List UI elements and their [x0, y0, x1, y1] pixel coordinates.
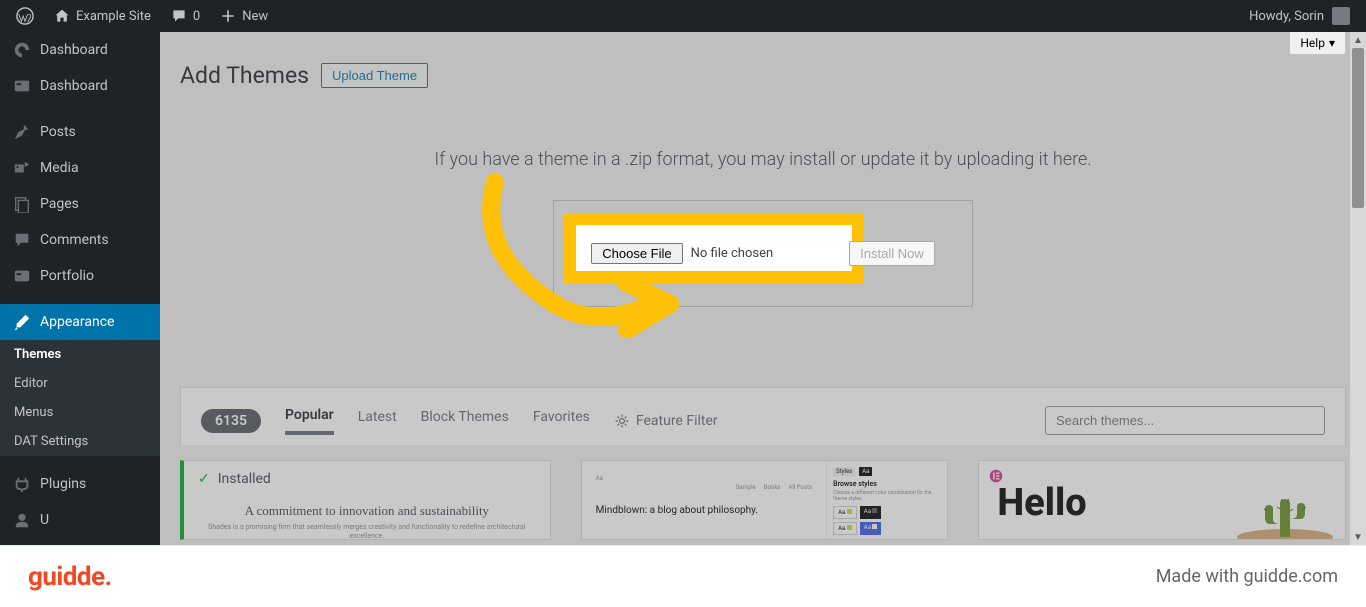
- tab-favorites[interactable]: Favorites: [533, 409, 590, 433]
- tab-block-themes[interactable]: Block Themes: [421, 409, 509, 433]
- upload-description: If you have a theme in a .zip format, yo…: [180, 149, 1346, 170]
- sidebar-label: Pages: [40, 196, 79, 212]
- help-tab[interactable]: Help ▾: [1289, 32, 1346, 55]
- sidebar-item-dashboard[interactable]: Dashboard: [0, 32, 160, 68]
- toolbar-right: Howdy, Sorin: [1249, 7, 1358, 25]
- theme-preview-title: A commitment to innovation and sustainab…: [190, 503, 544, 519]
- installed-banner: ✓ Installed: [184, 461, 550, 497]
- theme-filter-bar: 6135 Popular Latest Block Themes Favorit…: [180, 387, 1346, 445]
- browse-sub: Choose a different color combination for…: [833, 490, 941, 502]
- tab-latest[interactable]: Latest: [358, 409, 397, 433]
- appearance-submenu: Themes Editor Menus DAT Settings: [0, 340, 160, 456]
- admin-toolbar: Example Site 0 New Howdy, Sorin: [0, 0, 1366, 32]
- wp-logo[interactable]: [8, 0, 42, 32]
- page-header: Add Themes Upload Theme: [180, 62, 1346, 89]
- home-icon: [54, 8, 70, 24]
- admin-sidebar: Dashboard Dashboard Posts Media Pages Co…: [0, 32, 160, 607]
- browse-label: Browse styles: [833, 480, 941, 488]
- brush-icon: [12, 312, 32, 332]
- new-label: New: [242, 9, 268, 24]
- nav-item: All Posts: [788, 484, 812, 491]
- scroll-down-icon[interactable]: ▼: [1350, 529, 1366, 545]
- nav-item: Sample: [736, 484, 756, 491]
- howdy-text[interactable]: Howdy, Sorin: [1249, 9, 1324, 24]
- submenu-editor[interactable]: Editor: [0, 369, 160, 398]
- page-icon: [12, 194, 32, 214]
- sidebar-item-comments[interactable]: Comments: [0, 222, 160, 258]
- chevron-down-icon: ▾: [1329, 36, 1335, 50]
- gauge-icon: [12, 40, 32, 60]
- theme-preview-sub: Shades is a promising firm that seamless…: [190, 523, 544, 540]
- choose-file-button[interactable]: Choose File: [591, 243, 682, 264]
- nav-item: Books: [764, 484, 781, 491]
- feature-filter-label: Feature Filter: [636, 413, 718, 429]
- submenu-themes[interactable]: Themes: [0, 340, 160, 369]
- upload-box: Choose File No file chosen Install Now: [553, 200, 973, 307]
- comments-icon: [12, 230, 32, 250]
- sidebar-item-portfolio[interactable]: Portfolio: [0, 258, 160, 294]
- sidebar-label: Portfolio: [40, 268, 94, 284]
- file-input-row: Choose File No file chosen Install Now: [591, 241, 935, 266]
- sidebar-label: Comments: [40, 232, 109, 248]
- comment-icon: [171, 8, 187, 24]
- scroll-up-icon[interactable]: ▲: [1350, 32, 1366, 48]
- sidebar-label: Posts: [40, 124, 76, 140]
- sidebar-item-users[interactable]: U: [0, 502, 160, 538]
- theme-card[interactable]: Aa Sample Books All Posts Mindblown: a b…: [581, 460, 949, 540]
- wordpress-icon: [16, 7, 34, 25]
- theme-preview-text: Mindblown: a blog about philosophy.: [596, 505, 812, 516]
- submenu-dat[interactable]: DAT Settings: [0, 427, 160, 456]
- user-icon: [12, 510, 32, 530]
- guidde-credit: Made with guidde.com: [1156, 566, 1338, 587]
- submenu-menus[interactable]: Menus: [0, 398, 160, 427]
- upload-theme-button[interactable]: Upload Theme: [321, 63, 428, 88]
- check-icon: ✓: [198, 471, 210, 487]
- sidebar-item-dashboard2[interactable]: Dashboard: [0, 68, 160, 104]
- theme-card[interactable]: Hello: [978, 460, 1346, 540]
- theme-card[interactable]: ✓ Installed A commitment to innovation a…: [180, 460, 551, 540]
- new-link[interactable]: New: [212, 0, 276, 32]
- tab-popular[interactable]: Popular: [285, 407, 334, 435]
- help-label: Help: [1300, 36, 1325, 50]
- sidebar-item-plugins[interactable]: Plugins: [0, 466, 160, 502]
- site-name: Example Site: [76, 9, 151, 24]
- sidebar-label: Dashboard: [40, 42, 108, 58]
- pin-icon: [12, 122, 32, 142]
- file-status: No file chosen: [691, 246, 774, 261]
- theme-count: 6135: [201, 409, 261, 433]
- sidebar-item-appearance[interactable]: Appearance: [0, 304, 160, 340]
- guidde-logo: guidde.: [28, 562, 112, 592]
- sidebar-item-pages[interactable]: Pages: [0, 186, 160, 222]
- sidebar-label: U: [40, 512, 49, 528]
- installed-text: Installed: [218, 471, 271, 487]
- gear-icon: [614, 413, 630, 429]
- sidebar-label: Plugins: [40, 476, 86, 492]
- comments-count: 0: [193, 9, 200, 24]
- main-content: Help ▾ Add Themes Upload Theme If you ha…: [160, 32, 1366, 545]
- feature-filter-button[interactable]: Feature Filter: [614, 413, 718, 429]
- sidebar-label: Dashboard: [40, 78, 108, 94]
- install-now-button[interactable]: Install Now: [849, 241, 935, 266]
- page-title: Add Themes: [180, 62, 309, 89]
- search-input[interactable]: [1045, 406, 1325, 435]
- sidebar-label: Appearance: [40, 314, 114, 330]
- card-icon: [12, 76, 32, 96]
- site-link[interactable]: Example Site: [46, 0, 159, 32]
- card-icon: [12, 266, 32, 286]
- guidde-footer: guidde. Made with guidde.com: [0, 545, 1366, 607]
- sidebar-item-media[interactable]: Media: [0, 150, 160, 186]
- cactus-icon: [1235, 489, 1335, 539]
- plus-icon: [220, 8, 236, 24]
- sidebar-label: Media: [40, 160, 79, 176]
- media-icon: [12, 158, 32, 178]
- avatar[interactable]: [1332, 7, 1350, 25]
- scrollbar-thumb[interactable]: [1352, 48, 1364, 208]
- plug-icon: [12, 474, 32, 494]
- comments-link[interactable]: 0: [163, 0, 208, 32]
- sidebar-item-posts[interactable]: Posts: [0, 114, 160, 150]
- theme-grid: ✓ Installed A commitment to innovation a…: [180, 460, 1346, 540]
- scrollbar[interactable]: ▲ ▼: [1350, 32, 1366, 545]
- toolbar-left: Example Site 0 New: [8, 0, 276, 32]
